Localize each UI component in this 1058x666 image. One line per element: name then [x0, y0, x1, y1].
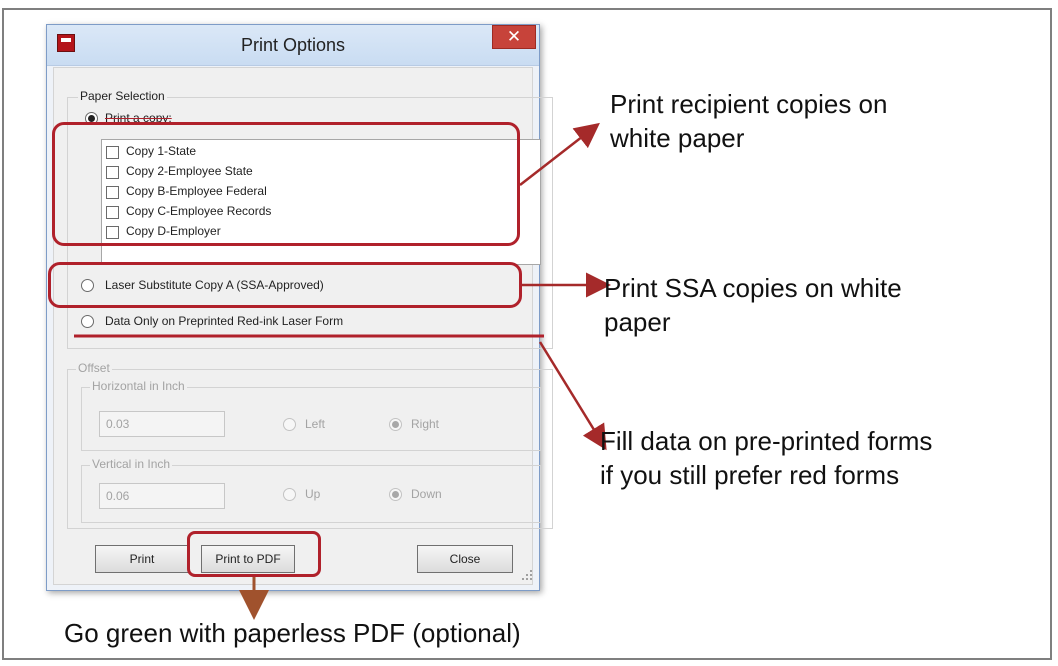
down-radio[interactable] — [389, 488, 402, 501]
up-label: Up — [305, 487, 321, 501]
annotation-line: paper — [604, 306, 671, 337]
left-label: Left — [305, 417, 326, 431]
annotation-pdf: Go green with paperless PDF (optional) — [64, 618, 521, 648]
annotation-ssa: Print SSA copies on white paper — [604, 272, 902, 340]
right-label: Right — [411, 417, 440, 431]
horizontal-label: Horizontal in Inch — [90, 379, 187, 393]
left-radio[interactable] — [283, 418, 296, 431]
vertical-offset-field[interactable]: 0.06 — [99, 483, 225, 509]
close-button[interactable]: Close — [417, 545, 513, 573]
annotation-line: if you still prefer red forms — [600, 459, 900, 490]
paper-selection-label: Paper Selection — [78, 89, 167, 103]
vertical-label: Vertical in Inch — [90, 457, 173, 471]
copies-highlight — [52, 122, 520, 246]
down-label: Down — [411, 487, 442, 501]
right-radio[interactable] — [389, 418, 402, 431]
annotation-line: Print recipient copies on — [610, 89, 888, 119]
dialog-title: Print Options — [240, 35, 346, 55]
annotation-line: Fill data on pre-printed forms — [600, 426, 933, 456]
annotation-line: white paper — [610, 122, 745, 153]
close-window-button[interactable]: ✕ — [492, 25, 536, 49]
print-button[interactable]: Print — [95, 545, 189, 573]
data-only-label: Data Only on Preprinted Red-ink Laser Fo… — [105, 314, 344, 328]
resize-grip-icon[interactable] — [520, 568, 534, 582]
data-only-radio[interactable] — [81, 315, 94, 328]
horizontal-offset-field[interactable]: 0.03 — [99, 411, 225, 437]
up-radio[interactable] — [283, 488, 296, 501]
annotation-fill: Fill data on pre-printed forms if you st… — [600, 425, 932, 493]
annotation-recipient: Print recipient copies on white paper — [610, 88, 887, 156]
title-bar: Print Options ✕ — [47, 25, 539, 66]
annotation-line: Print SSA copies on white — [604, 273, 902, 303]
offset-label: Offset — [76, 361, 112, 375]
laser-highlight — [48, 262, 522, 308]
pdf-button-highlight — [187, 531, 321, 577]
